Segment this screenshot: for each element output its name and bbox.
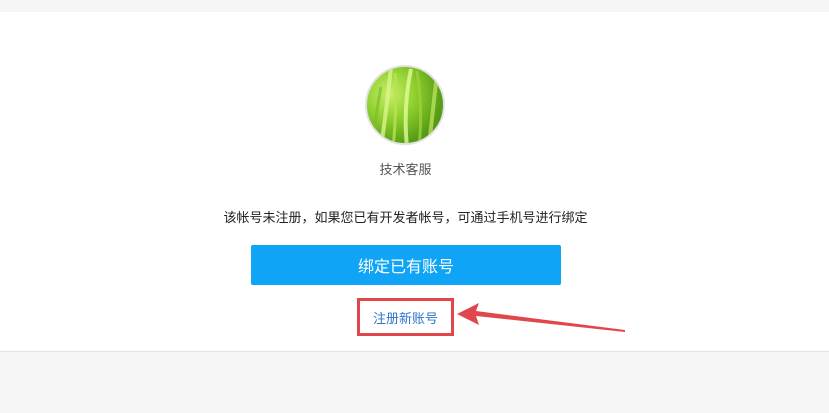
bind-account-card: 技术客服 该帐号未注册，如果您已有开发者帐号，可通过手机号进行绑定 绑定已有账号… (0, 12, 829, 352)
register-new-account-label: 注册新账号 (372, 311, 438, 327)
unregistered-notice: 该帐号未注册，如果您已有开发者帐号，可通过手机号进行绑定 (223, 211, 588, 226)
arrow-left-icon (457, 303, 625, 332)
account-name: 技术客服 (379, 163, 432, 178)
avatar (365, 65, 445, 145)
grass-photo-icon (371, 67, 443, 143)
register-new-account-link[interactable]: 注册新账号 (357, 298, 454, 336)
bind-existing-account-button[interactable]: 绑定已有账号 (251, 245, 561, 285)
